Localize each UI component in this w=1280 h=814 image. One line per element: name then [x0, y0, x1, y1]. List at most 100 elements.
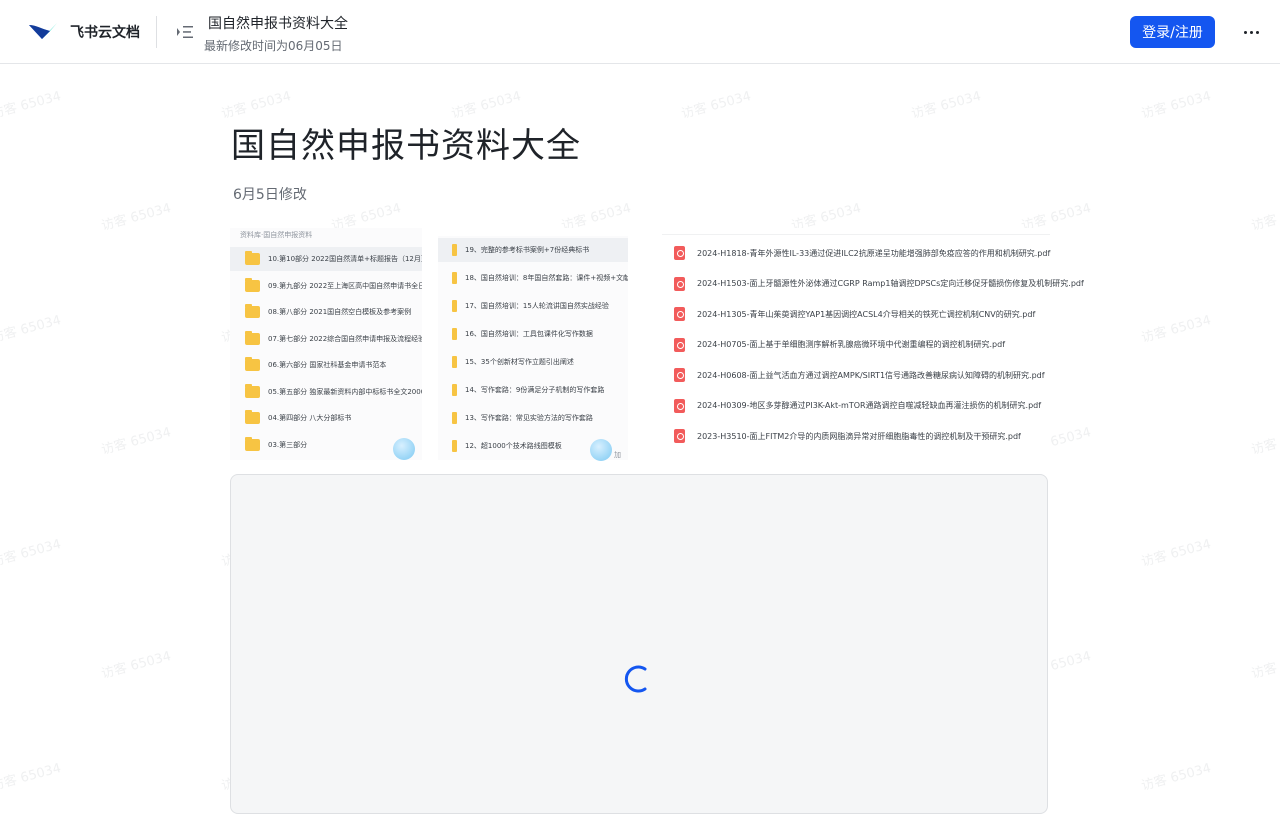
folder-label: 10.第10部分 2022国自然清单+标题报告（12月更新）: [268, 255, 422, 263]
pdf-file-item: 2023-H3510-面上FITM2介导的内质网脂滴异常对肝细胞脂毒性的调控机制…: [674, 426, 1021, 446]
folder-item: 06.第六部分 国家社科基金申请书范本: [230, 353, 422, 377]
folder-icon: [245, 357, 260, 371]
pdf-file-name: 2024-H0608-面上益气活血方通过调控AMPK/SIRT1信号通路改善糖尿…: [697, 370, 1045, 380]
folder-item: 15、35个创新材写作立题引出阐述: [438, 350, 628, 374]
header-doc-title: 国自然申报书资料大全: [208, 16, 348, 32]
folder-label: 14、写作套路：9份满足分子机制的写作套路: [465, 386, 605, 394]
folder-label: 12、超1000个技术路线图模板: [465, 442, 562, 450]
watermark-text: 访客 65034: [99, 424, 173, 458]
folder-icon: [452, 300, 457, 312]
pdf-file-name: 2024-H1818-青年外源性IL-33通过促进ILC2抗原递呈功能增强肺部免…: [697, 248, 1051, 258]
folder-item: 10.第10部分 2022国自然清单+标题报告（12月更新）: [230, 247, 422, 271]
pdf-file-name: 2024-H1305-青年山茱萸调控YAP1基因调控ACSL4介导相关的铁死亡调…: [697, 309, 1036, 319]
folder-icon: [245, 277, 260, 292]
watermark-text: 访客 65034: [1249, 649, 1280, 682]
folder-label: 17、国自然培训：15人轮流讲国自然实战经验: [465, 302, 609, 310]
pdf-icon: [674, 429, 685, 443]
top-header: 飞书云文档 国自然申报书资料大全 最新修改时间为06月05日 登录/注册: [0, 0, 1280, 64]
pdf-file-name: 2023-H3510-面上FITM2介导的内质网脂滴异常对肝细胞脂毒性的调控机制…: [697, 431, 1021, 441]
folder-label: 15、35个创新材写作立题引出阐述: [465, 358, 574, 366]
brand-name: 飞书云文档: [70, 25, 140, 41]
folder-item: 05.第五部分 独家最新资料内部中标标书全文2000: [230, 380, 422, 404]
folder-item: 17、国自然培训：15人轮流讲国自然实战经验: [438, 294, 628, 318]
pdf-file-name: 2024-H0705-面上基于单细胞测序解析乳腺癌微环境中代谢重编程的调控机制研…: [697, 340, 1006, 349]
folder-icon: [245, 251, 260, 265]
modified-date: 6月5日修改: [233, 187, 307, 203]
folder-icon: [452, 272, 457, 284]
folder-item: 16、国自然培训：工具包课件化写作数据: [438, 322, 628, 346]
pdf-file-name: 2024-H0309-地区多芽醇通过PI3K-Akt-mTOR通路调控自噬减轻缺…: [697, 401, 1042, 410]
folder-icon: [452, 356, 457, 368]
watermark-text: 访客 65034: [0, 88, 63, 122]
pdf-file-item: 2024-H1818-青年外源性IL-33通过促进ILC2抗原递呈功能增强肺部免…: [674, 243, 1050, 263]
folder-icon: [452, 384, 457, 396]
folder-item: 07.第七部分 2022综合国自然申请申报及流程经验: [230, 327, 422, 351]
folder-item: 18、国自然培训：8年国自然套路：课件+视频+文献: [438, 266, 628, 290]
feishu-logo-icon: [29, 23, 57, 39]
preview-badge: 加: [614, 451, 621, 459]
pdf-icon: [674, 337, 685, 352]
folder-item: 09.第九部分 2022至上海区高中国自然申请书全日模板: [230, 274, 422, 298]
watermark-text: 访客 65034: [909, 88, 983, 122]
more-options-icon[interactable]: [1236, 22, 1266, 42]
preview-image: 资料库·国自然申报资料 10.第10部分 2022国自然清单+标题报告（12月更…: [230, 228, 1084, 461]
login-register-button[interactable]: 登录/注册: [1130, 16, 1215, 48]
bubble-icon: [590, 439, 612, 461]
last-modified-text: 最新修改时间为06月05日: [204, 39, 343, 53]
folder-label: 18、国自然培训：8年国自然套路：课件+视频+文献: [465, 274, 628, 282]
watermark-text: 访客 65034: [1139, 760, 1213, 794]
folder-icon: [452, 328, 457, 340]
folder-label: 09.第九部分 2022至上海区高中国自然申请书全日模板: [268, 281, 422, 290]
preview-column-folders-1: 资料库·国自然申报资料 10.第10部分 2022国自然清单+标题报告（12月更…: [230, 228, 422, 460]
watermark-text: 访客 65034: [0, 312, 63, 346]
pdf-file-item: 2024-H1503-面上牙髓源性外泌体通过CGRP Ramp1轴调控DPSCs…: [674, 274, 1084, 294]
pdf-icon: [674, 368, 685, 382]
outline-toggle-icon[interactable]: [175, 24, 193, 40]
loading-spinner-icon: [624, 665, 647, 693]
pdf-file-item: 2024-H0705-面上基于单细胞测序解析乳腺癌微环境中代谢重编程的调控机制研…: [674, 335, 1005, 355]
watermark-text: 访客 65034: [1139, 88, 1213, 122]
pdf-file-item: 2024-H0608-面上益气活血方通过调控AMPK/SIRT1信号通路改善糖尿…: [674, 365, 1045, 385]
watermark-text: 访客 65034: [679, 88, 753, 122]
watermark-text: 访客 65034: [99, 648, 173, 682]
folder-label: 07.第七部分 2022综合国自然申请申报及流程经验: [268, 334, 422, 343]
folder-icon: [452, 440, 457, 452]
folder-item: 19、完整的参考标书案例+7份经典标书: [438, 238, 628, 262]
folder-icon: [245, 436, 260, 451]
watermark-text: 访客 65034: [0, 536, 63, 570]
folder-item: 08.第八部分 2021国自然空白模板及参考案例: [230, 300, 422, 324]
pdf-file-name: 2024-H1503-面上牙髓源性外泌体通过CGRP Ramp1轴调控DPSCs…: [697, 279, 1084, 288]
preview-column-pdfs: 2024-H1818-青年外源性IL-33通过促进ILC2抗原递呈功能增强肺部免…: [662, 234, 1084, 460]
folder-item: 13、写作套路：常见实验方法的写作套路: [438, 406, 628, 430]
bubble-icon: [393, 438, 415, 460]
watermark-text: 访客 65034: [1249, 425, 1280, 458]
folder-icon: [452, 244, 457, 256]
folder-label: 16、国自然培训：工具包课件化写作数据: [465, 330, 593, 338]
folder-label: 08.第八部分 2021国自然空白模板及参考案例: [268, 308, 412, 316]
watermark-text: 访客 65034: [1139, 312, 1213, 346]
pdf-icon: [674, 398, 685, 413]
folder-label: 04.第四部分 八大分部标书: [268, 414, 352, 422]
pdf-icon: [674, 246, 685, 260]
folder-label: 05.第五部分 独家最新资料内部中标标书全文2000: [268, 387, 422, 396]
watermark-text: 访客 65034: [1139, 536, 1213, 570]
folder-icon: [245, 383, 260, 398]
watermark-text: 访客 65034: [219, 88, 293, 122]
page-title: 国自然申报书资料大全: [231, 126, 581, 166]
folder-label: 19、完整的参考标书案例+7份经典标书: [465, 246, 590, 254]
folder-label: 03.第三部分: [268, 440, 308, 449]
header-divider: [156, 16, 157, 48]
pdf-file-item: 2024-H1305-青年山茱萸调控YAP1基因调控ACSL4介导相关的铁死亡调…: [674, 304, 1035, 324]
folder-icon: [245, 410, 260, 424]
watermark-text: 访客 65034: [1249, 201, 1280, 234]
folder-icon: [452, 412, 457, 424]
folder-icon: [245, 304, 260, 318]
pdf-file-item: 2024-H0309-地区多芽醇通过PI3K-Akt-mTOR通路调控自噬减轻缺…: [674, 396, 1041, 416]
watermark-text: 访客 65034: [449, 88, 523, 122]
folder-item: 04.第四部分 八大分部标书: [230, 406, 422, 430]
folder-item: 14、写作套路：9份满足分子机制的写作套路: [438, 378, 628, 402]
embedded-content-loader: [230, 474, 1048, 814]
folder-label: 06.第六部分 国家社科基金申请书范本: [268, 361, 387, 369]
pdf-icon: [674, 307, 685, 321]
preview-column-header: 资料库·国自然申报资料: [240, 231, 313, 239]
